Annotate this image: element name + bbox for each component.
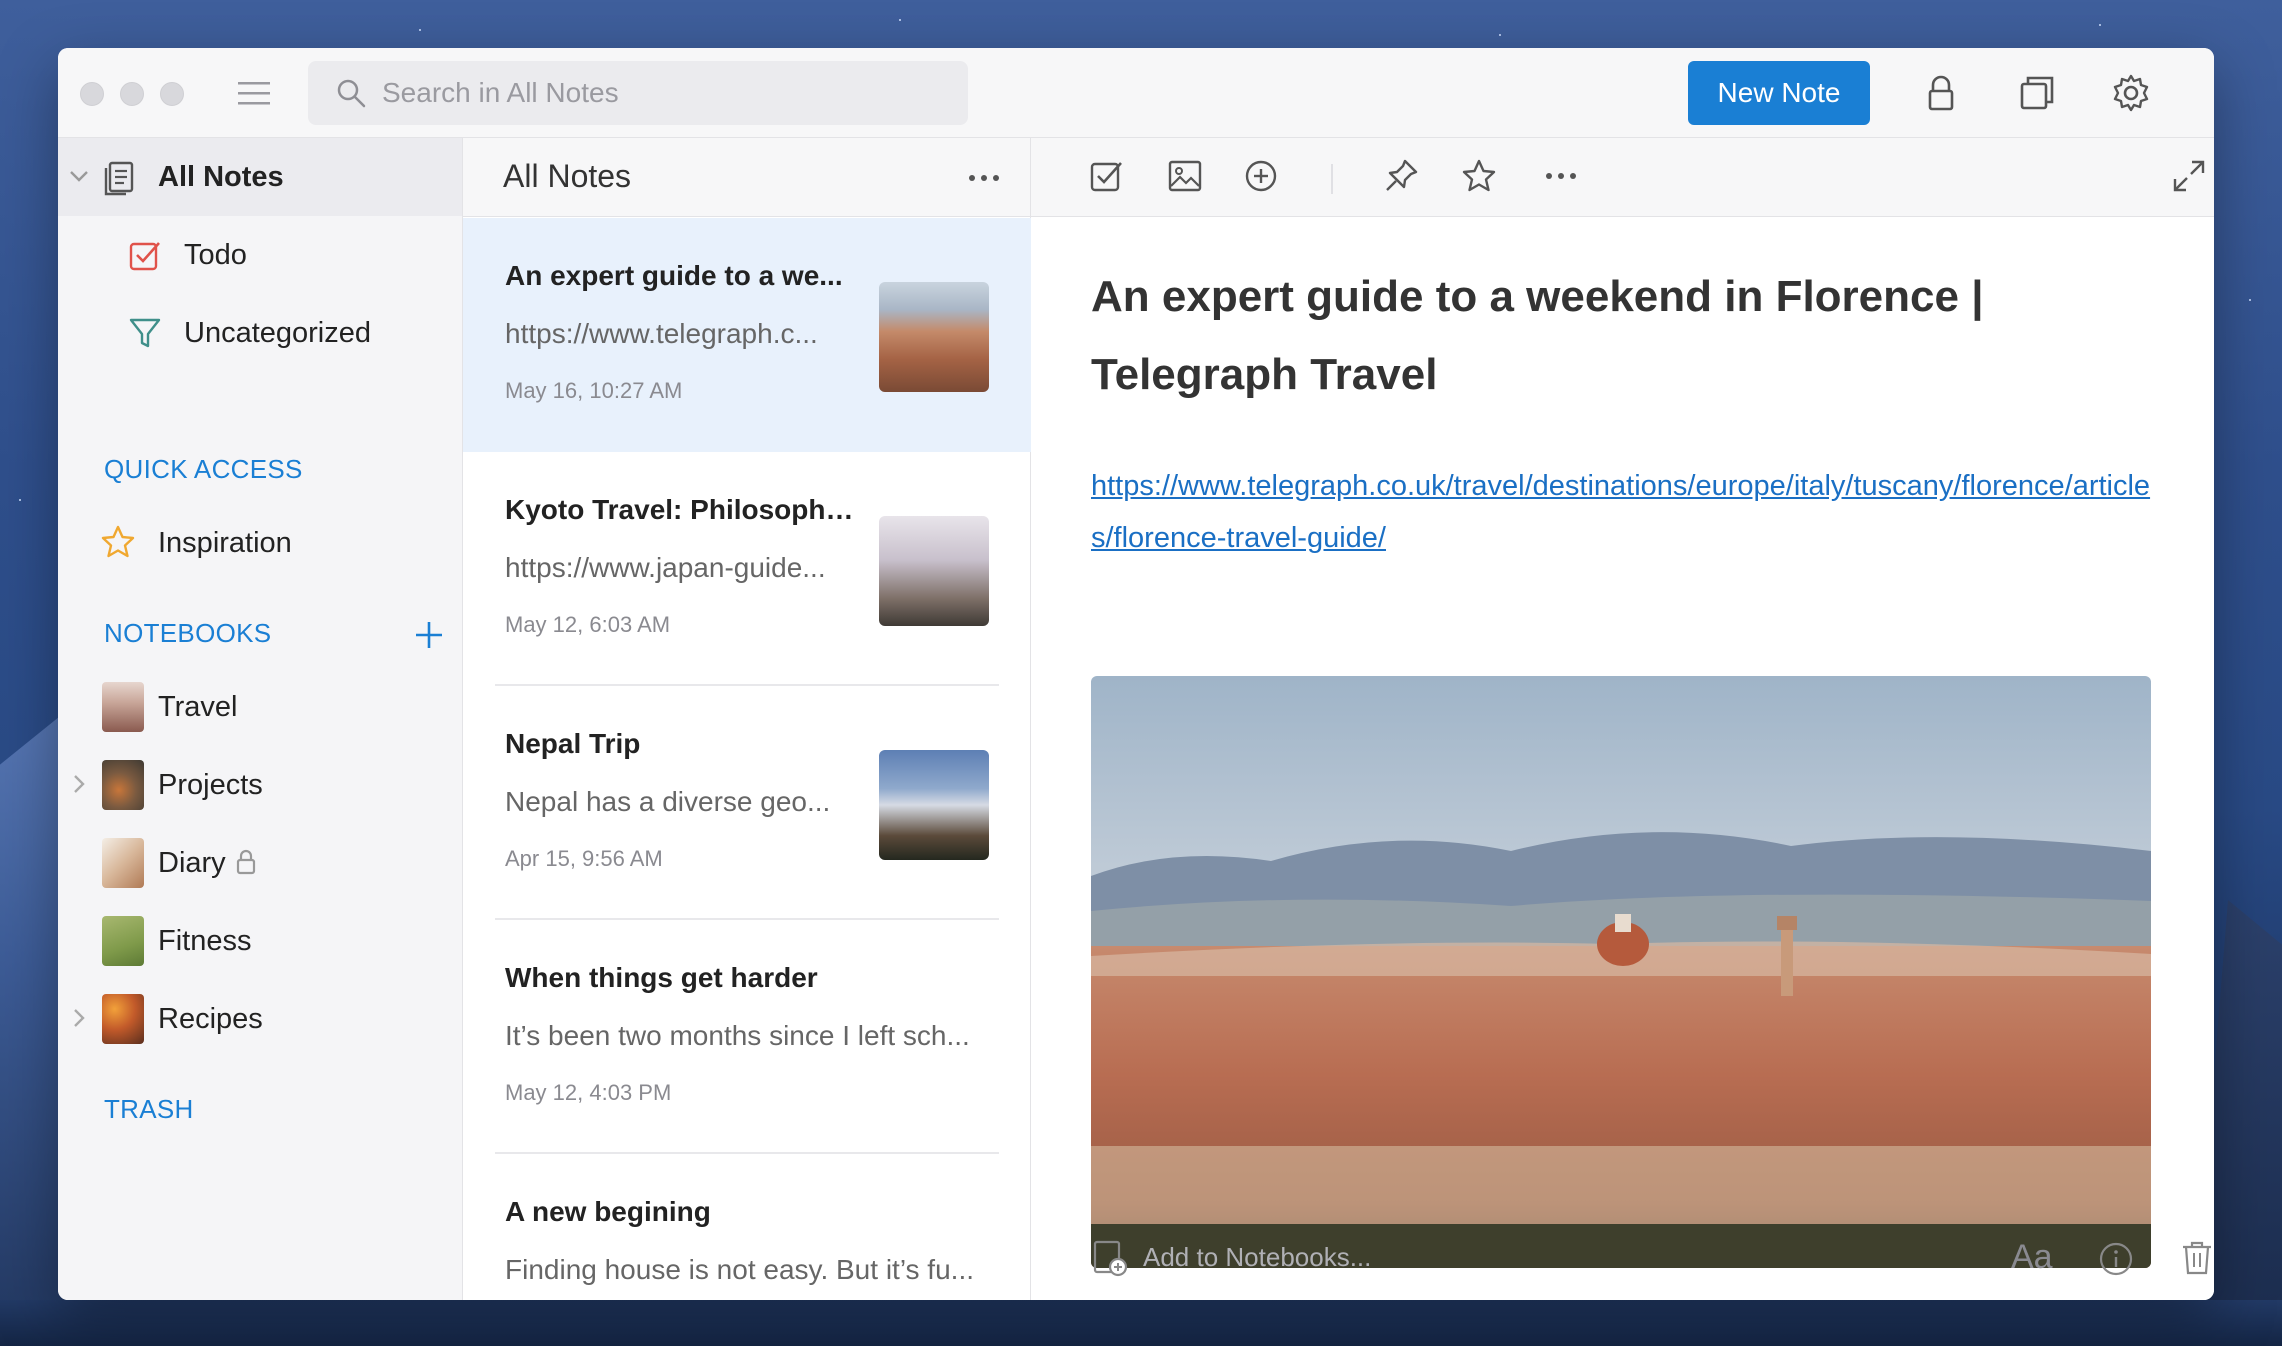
note-date: May 12, 6:03 AM — [505, 612, 671, 637]
sidebar-label: Diary — [158, 846, 226, 879]
note-preview: https://www.japan-guide... — [505, 552, 826, 583]
star-icon[interactable] — [1459, 156, 1499, 196]
note-list-header: All Notes — [463, 138, 1030, 217]
note-title: When things get harder — [505, 962, 818, 993]
search-input[interactable] — [382, 77, 942, 109]
search-icon — [337, 79, 366, 108]
title-bar: New Note — [58, 48, 2214, 138]
pin-icon[interactable] — [1381, 156, 1421, 196]
font-format-button[interactable]: Aa — [2011, 1238, 2053, 1277]
filter-icon — [129, 318, 161, 348]
star-icon — [101, 525, 135, 558]
lock-icon — [236, 849, 256, 875]
notebook-item-fitness[interactable]: Fitness — [58, 902, 462, 980]
checklist-icon[interactable] — [1087, 156, 1127, 196]
trash-header[interactable]: TRASH — [104, 1094, 194, 1125]
quick-access-header: QUICK ACCESS — [104, 454, 303, 484]
sidebar-label: Uncategorized — [184, 316, 371, 349]
note-list-item[interactable]: Nepal Trip Nepal has a diverse geo... Ap… — [463, 686, 1031, 920]
background-ground — [0, 1300, 2282, 1346]
chevron-down-icon[interactable] — [68, 165, 90, 187]
settings-gear-icon[interactable] — [2110, 72, 2152, 114]
note-date: Apr 15, 9:56 AM — [505, 846, 663, 871]
sidebar-item-all-notes[interactable]: All Notes — [58, 138, 462, 216]
sidebar: All Notes Todo Uncategorized QUICK ACCES… — [58, 138, 463, 1300]
note-link[interactable]: https://www.telegraph.co.uk/travel/desti… — [1091, 460, 2161, 564]
florence-cityscape-image — [1091, 676, 2151, 1268]
notebooks-header: NOTEBOOKS — [104, 618, 272, 648]
sidebar-label: Recipes — [158, 1002, 263, 1035]
note-title: Kyoto Travel: Philosophe... — [505, 494, 855, 525]
note-list-item[interactable]: An expert guide to a we... https://www.t… — [463, 218, 1031, 452]
chevron-right-icon[interactable] — [68, 1007, 90, 1029]
notebook-thumbnail — [102, 760, 144, 810]
note-preview: Nepal has a diverse geo... — [505, 786, 831, 817]
note-title: An expert guide to a we... — [505, 260, 843, 291]
notebook-thumbnail — [102, 916, 144, 966]
note-title: Nepal Trip — [505, 728, 641, 759]
note-list-item[interactable]: When things get harder It’s been two mon… — [463, 920, 1031, 1154]
notebook-item-recipes[interactable]: Recipes — [58, 980, 462, 1058]
add-to-notebooks-input[interactable] — [1143, 1242, 1543, 1273]
menu-icon[interactable] — [236, 76, 272, 110]
note-preview: It’s been two months since I left sch... — [505, 1020, 970, 1051]
todo-checkbox-icon — [129, 242, 160, 271]
info-icon[interactable] — [2097, 1240, 2135, 1278]
toolbar-divider — [1331, 164, 1333, 194]
sidebar-label: Fitness — [158, 924, 252, 957]
sidebar-item-uncategorized[interactable]: Uncategorized — [58, 294, 462, 372]
notebook-item-travel[interactable]: Travel — [58, 668, 462, 746]
sidebar-item-todo[interactable]: Todo — [58, 216, 462, 294]
duplicate-window-icon[interactable] — [2016, 72, 2058, 114]
sidebar-item-inspiration[interactable]: Inspiration — [58, 504, 462, 582]
note-preview: https://www.telegraph.c... — [505, 318, 818, 349]
note-title: A new begining — [505, 1196, 711, 1227]
notebook-thumbnail — [102, 682, 144, 732]
minimize-window-button[interactable] — [120, 82, 144, 106]
add-notebook-icon[interactable] — [1091, 1238, 1129, 1278]
trash-icon[interactable] — [2179, 1238, 2214, 1278]
note-thumbnail — [879, 750, 989, 860]
search-bar — [308, 61, 968, 125]
sidebar-label: Inspiration — [158, 526, 292, 559]
add-attachment-icon[interactable] — [1241, 156, 1281, 196]
note-editor: An expert guide to a weekend in Florence… — [1031, 138, 2214, 1300]
note-date: May 12, 4:03 PM — [505, 1080, 672, 1105]
window-controls — [80, 82, 184, 106]
chevron-right-icon[interactable] — [68, 773, 90, 795]
image-icon[interactable] — [1165, 156, 1205, 196]
notebook-item-projects[interactable]: Projects — [58, 746, 462, 824]
expand-icon[interactable] — [2169, 156, 2209, 196]
new-note-button[interactable]: New Note — [1688, 61, 1870, 125]
sidebar-label: Projects — [158, 768, 263, 801]
note-list-title: All Notes — [503, 158, 632, 194]
note-thumbnail — [879, 282, 989, 392]
add-notebook-icon[interactable] — [414, 620, 444, 650]
note-thumbnail — [879, 516, 989, 626]
editor-toolbar — [1031, 138, 2214, 217]
sidebar-label: All Notes — [158, 160, 284, 193]
note-list-item[interactable]: Kyoto Travel: Philosophe... https://www.… — [463, 452, 1031, 686]
close-window-button[interactable] — [80, 82, 104, 106]
zoom-window-button[interactable] — [160, 82, 184, 106]
notebook-thumbnail — [102, 994, 144, 1044]
note-title-heading[interactable]: An expert guide to a weekend in Florence… — [1091, 258, 2151, 414]
sidebar-label: Travel — [158, 690, 238, 723]
sidebar-label: Todo — [184, 238, 247, 271]
more-options-icon[interactable] — [1541, 156, 1581, 196]
editor-footer: Aa — [1031, 1220, 2214, 1300]
note-date: May 16, 10:27 AM — [505, 378, 683, 403]
notebook-item-diary[interactable]: Diary — [58, 824, 462, 902]
notebook-thumbnail — [102, 838, 144, 888]
app-window: New Note All Notes — [58, 48, 2214, 1300]
note-preview: Finding house is not easy. But it’s fu..… — [505, 1254, 974, 1285]
note-list: All Notes An expert guide to a we... htt… — [463, 138, 1031, 1300]
lock-icon[interactable] — [1920, 72, 1962, 114]
more-options-icon[interactable] — [964, 160, 1004, 196]
florence-photo — [1091, 676, 2151, 1268]
note-list-item[interactable]: A new begining Finding house is not easy… — [463, 1154, 1031, 1300]
notes-icon — [104, 161, 134, 196]
